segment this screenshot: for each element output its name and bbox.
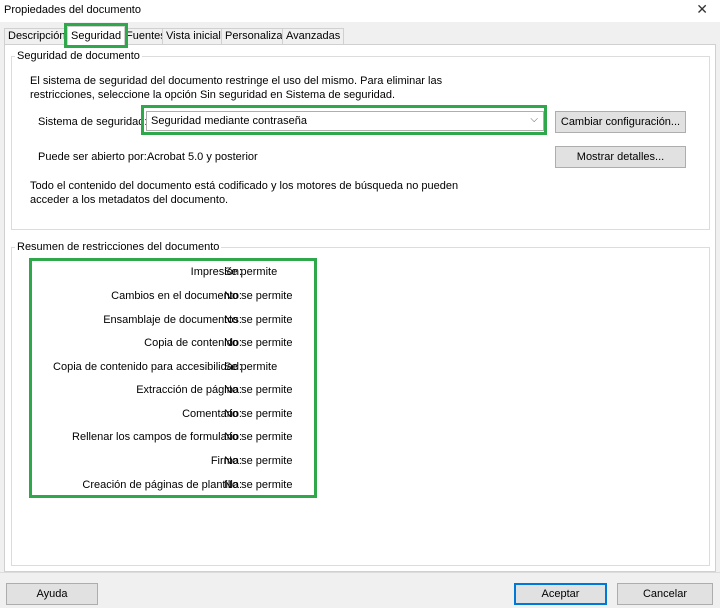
tab-descripcion[interactable]: Descripción — [4, 28, 70, 44]
restriction-value: Se permite — [224, 361, 278, 373]
restriction-label: Creación de páginas de plantilla: — [82, 479, 242, 491]
ok-button[interactable]: Aceptar — [514, 583, 607, 605]
restriction-value: No se permite — [224, 479, 293, 491]
help-button[interactable]: Ayuda — [6, 583, 98, 605]
footer-divider — [0, 572, 720, 573]
tab-seguridad[interactable]: Seguridad — [63, 23, 129, 48]
restrictions-group-title: Resumen de restricciones del documento — [17, 241, 220, 253]
tab-vista-inicial[interactable]: Vista inicial — [162, 28, 225, 44]
restriction-value: No se permite — [224, 384, 293, 396]
tab-avanzadas[interactable]: Avanzadas — [282, 28, 345, 44]
tab-personalizar[interactable]: Personalizar — [221, 28, 291, 44]
restriction-value: No se permite — [224, 337, 293, 349]
restriction-value: No se permite — [224, 290, 293, 302]
open-by-value: Acrobat 5.0 y posterior — [147, 151, 258, 163]
restriction-label: Cambios en el documento: — [111, 290, 242, 302]
cancel-button[interactable]: Cancelar — [617, 583, 713, 605]
restriction-value: No se permite — [224, 455, 293, 467]
security-description-line2: restricciones, seleccione la opción Sin … — [30, 89, 396, 101]
security-note-line1: Todo el contenido del documento está cod… — [30, 180, 459, 192]
restriction-value: Se permite — [224, 266, 278, 278]
restriction-value: No se permite — [224, 314, 293, 326]
window-title: Propiedades del documento — [4, 4, 141, 16]
security-system-select[interactable]: Seguridad mediante contraseña ⌵ — [146, 111, 544, 131]
security-note-line2: acceder a los metadatos del documento. — [30, 194, 229, 206]
restriction-label: Copia de contenido para accesibilidad: — [53, 361, 242, 373]
security-system-label: Sistema de seguridad: — [38, 116, 148, 128]
security-description-line1: El sistema de seguridad del documento re… — [30, 75, 443, 87]
restriction-value: No se permite — [224, 408, 293, 420]
restriction-label: Rellenar los campos de formulario: — [72, 431, 242, 443]
restriction-label: Ensamblaje de documentos: — [103, 314, 242, 326]
chevron-down-icon: ⌵ — [530, 114, 538, 125]
security-group-title: Seguridad de documento — [17, 50, 140, 62]
security-system-value: Seguridad mediante contraseña — [151, 115, 307, 127]
change-settings-button[interactable]: Cambiar configuración... — [555, 111, 686, 133]
open-by-label: Puede ser abierto por: — [38, 151, 147, 163]
close-icon[interactable]: ✕ — [696, 1, 708, 18]
title-bar: Propiedades del documento ✕ — [0, 0, 720, 22]
show-details-button[interactable]: Mostrar detalles... — [555, 146, 686, 168]
restriction-value: No se permite — [224, 431, 293, 443]
